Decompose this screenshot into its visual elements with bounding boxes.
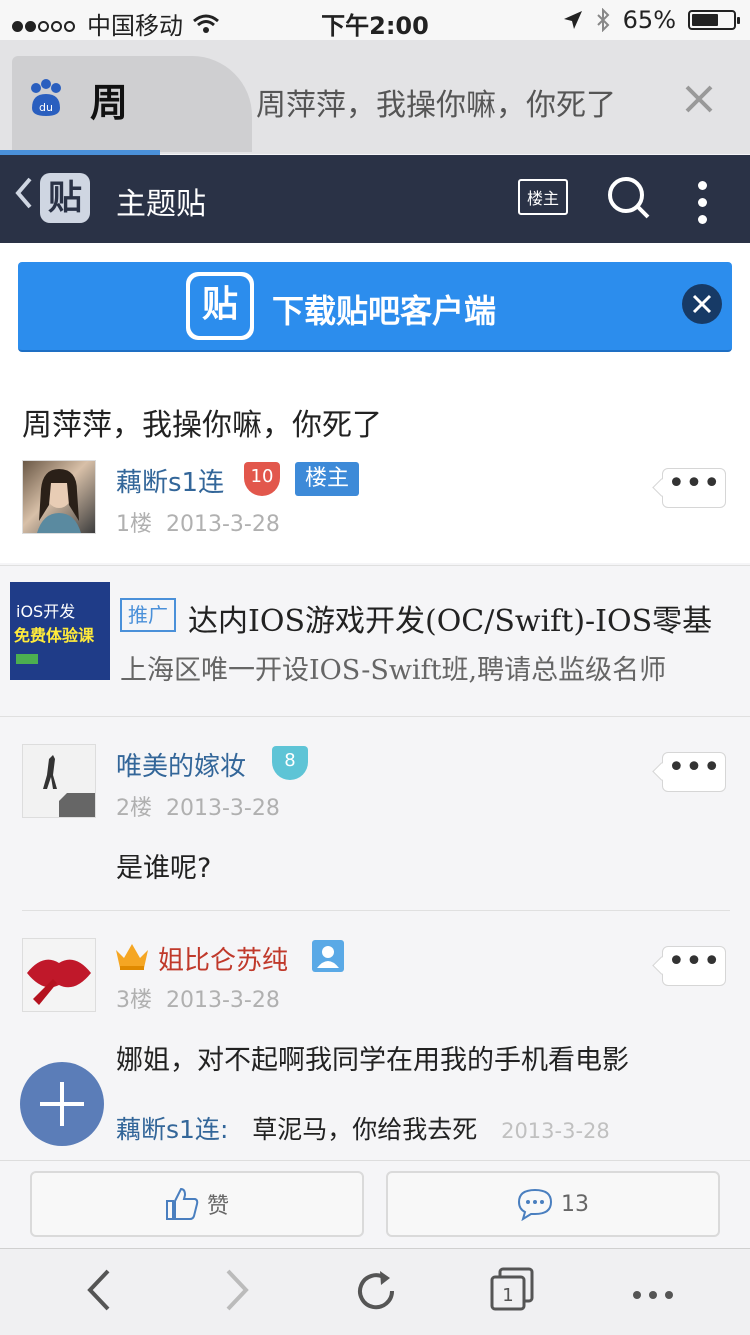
search-button[interactable] — [606, 175, 652, 225]
plus-icon — [40, 1082, 84, 1126]
comments-button[interactable]: 13 — [386, 1171, 720, 1237]
browser-tab-bar: du 周 周萍萍，我操你嘛，你死了 — [0, 40, 750, 155]
app-header: 贴 主题贴 楼主 — [0, 155, 750, 243]
sub-reply-content: 草泥马，你给我去死 — [252, 1115, 478, 1144]
header-title: 主题贴 — [116, 187, 206, 222]
ad-image-button — [16, 654, 38, 664]
location-arrow-icon — [563, 11, 582, 29]
status-bar: 中国移动 下午2:00 65% — [0, 0, 750, 40]
crown-icon — [116, 944, 148, 970]
tieba-app-icon: 贴 — [186, 272, 254, 340]
ad-image-text: iOS开发 — [16, 602, 76, 621]
ad-card[interactable]: iOS开发 免费体验课 推广 达内IOS游戏开发(OC/Swift)-IOS零基… — [0, 565, 750, 717]
post-options-button[interactable]: ••• — [662, 468, 726, 508]
reply-meta: 3楼 2013-3-28 — [116, 982, 280, 1014]
reply-options-button[interactable]: ••• — [662, 752, 726, 792]
reply-content: 娜姐，对不起啊我同学在用我的手机看电影 — [116, 1045, 629, 1076]
avatar[interactable] — [22, 938, 96, 1012]
battery-icon — [688, 10, 740, 30]
reply-meta: 2楼 2013-3-28 — [116, 790, 280, 822]
svg-text:du: du — [39, 101, 53, 114]
avatar-silhouette — [43, 755, 95, 817]
reply-date: 2013-3-28 — [166, 988, 280, 1013]
avatar-portrait — [37, 469, 81, 533]
chevron-left-icon — [87, 1269, 110, 1311]
avatar[interactable] — [22, 744, 96, 818]
post-author[interactable]: 藕断s1连 — [116, 462, 224, 499]
post-date: 2013-3-28 — [166, 512, 280, 537]
tabs-icon: 1 — [490, 1267, 534, 1311]
search-icon — [608, 177, 650, 219]
banner-text: 下载贴吧客户端 — [272, 292, 497, 330]
post-meta: 1楼 2013-3-28 — [116, 506, 280, 538]
user-verified-icon — [312, 940, 344, 972]
comment-bubble-icon — [517, 1188, 553, 1221]
status-right: 65% — [563, 6, 740, 34]
thumbs-up-icon — [165, 1187, 199, 1220]
promotion-tag: 推广 — [120, 598, 176, 632]
vertical-dots-icon — [698, 181, 707, 224]
ad-title: 达内IOS游戏开发(OC/Swift)-IOS零基 — [188, 604, 713, 639]
close-icon — [692, 294, 712, 314]
sub-reply: 藕断s1连: 草泥马，你给我去死 2013-3-28 — [116, 1110, 610, 1146]
reply-author[interactable]: 姐比仑苏纯 — [158, 940, 288, 977]
back-button[interactable] — [14, 173, 34, 224]
avatar-lips-image — [27, 959, 91, 1005]
floor-number: 2楼 — [116, 796, 152, 821]
divider — [22, 910, 730, 911]
ad-image: iOS开发 免费体验课 — [10, 582, 110, 680]
new-reply-fab[interactable] — [20, 1062, 104, 1146]
close-icon — [685, 85, 713, 113]
browser-toolbar: 1 — [0, 1248, 750, 1335]
comment-count: 13 — [561, 1191, 589, 1217]
only-owner-button[interactable]: 楼主 — [518, 179, 568, 215]
reply-author[interactable]: 唯美的嫁妆 — [116, 746, 246, 783]
like-button[interactable]: 赞 — [30, 1171, 364, 1237]
chevron-right-icon — [226, 1269, 249, 1311]
like-label: 赞 — [206, 1194, 229, 1219]
floor-number: 3楼 — [116, 988, 152, 1013]
ad-image-headline: 免费体验课 — [14, 626, 95, 645]
reload-button[interactable] — [352, 1267, 400, 1319]
ad-subtitle: 上海区唯一开设IOS-Swift班,聘请总监级名师 — [120, 655, 667, 686]
browser-tab-label: 周 — [90, 81, 129, 125]
close-tab-button[interactable] — [684, 84, 714, 118]
reply-options-button[interactable]: ••• — [662, 946, 726, 986]
download-app-banner[interactable]: 贴 下载贴吧客户端 — [18, 262, 732, 352]
level-badge: 8 — [272, 746, 308, 780]
browser-forward-button[interactable] — [224, 1267, 252, 1317]
reply-date: 2013-3-28 — [166, 796, 280, 821]
reply-content: 是谁呢? — [116, 853, 212, 884]
tieba-icon: 贴 — [40, 173, 90, 223]
post-title: 周萍萍，我操你嘛，你死了 — [22, 408, 382, 443]
more-menu-button[interactable] — [698, 181, 707, 232]
baidu-paw-logo-icon: du — [31, 79, 61, 116]
sub-reply-date: 2013-3-28 — [501, 1119, 610, 1143]
bluetooth-icon — [596, 8, 610, 32]
horizontal-dots-icon — [633, 1291, 673, 1299]
sub-reply-author[interactable]: 藕断s1连 — [116, 1115, 220, 1144]
owner-tag: 楼主 — [295, 462, 359, 496]
chevron-left-icon — [15, 177, 32, 209]
battery-percent: 65% — [622, 6, 676, 34]
browser-tab[interactable]: du 周 — [12, 56, 252, 152]
browser-menu-button[interactable] — [632, 1285, 674, 1304]
page-title-text: 周萍萍，我操你嘛，你死了 — [256, 88, 616, 123]
browser-back-button[interactable] — [84, 1267, 112, 1317]
sub-reply-separator: : — [219, 1115, 229, 1144]
avatar[interactable] — [22, 460, 96, 534]
svg-text:1: 1 — [502, 1285, 513, 1306]
reload-icon — [358, 1271, 395, 1310]
close-banner-button[interactable] — [682, 284, 722, 324]
floor-number: 1楼 — [116, 512, 152, 537]
tabs-button[interactable]: 1 — [488, 1267, 536, 1317]
post-action-bar: 赞 13 — [0, 1160, 750, 1249]
